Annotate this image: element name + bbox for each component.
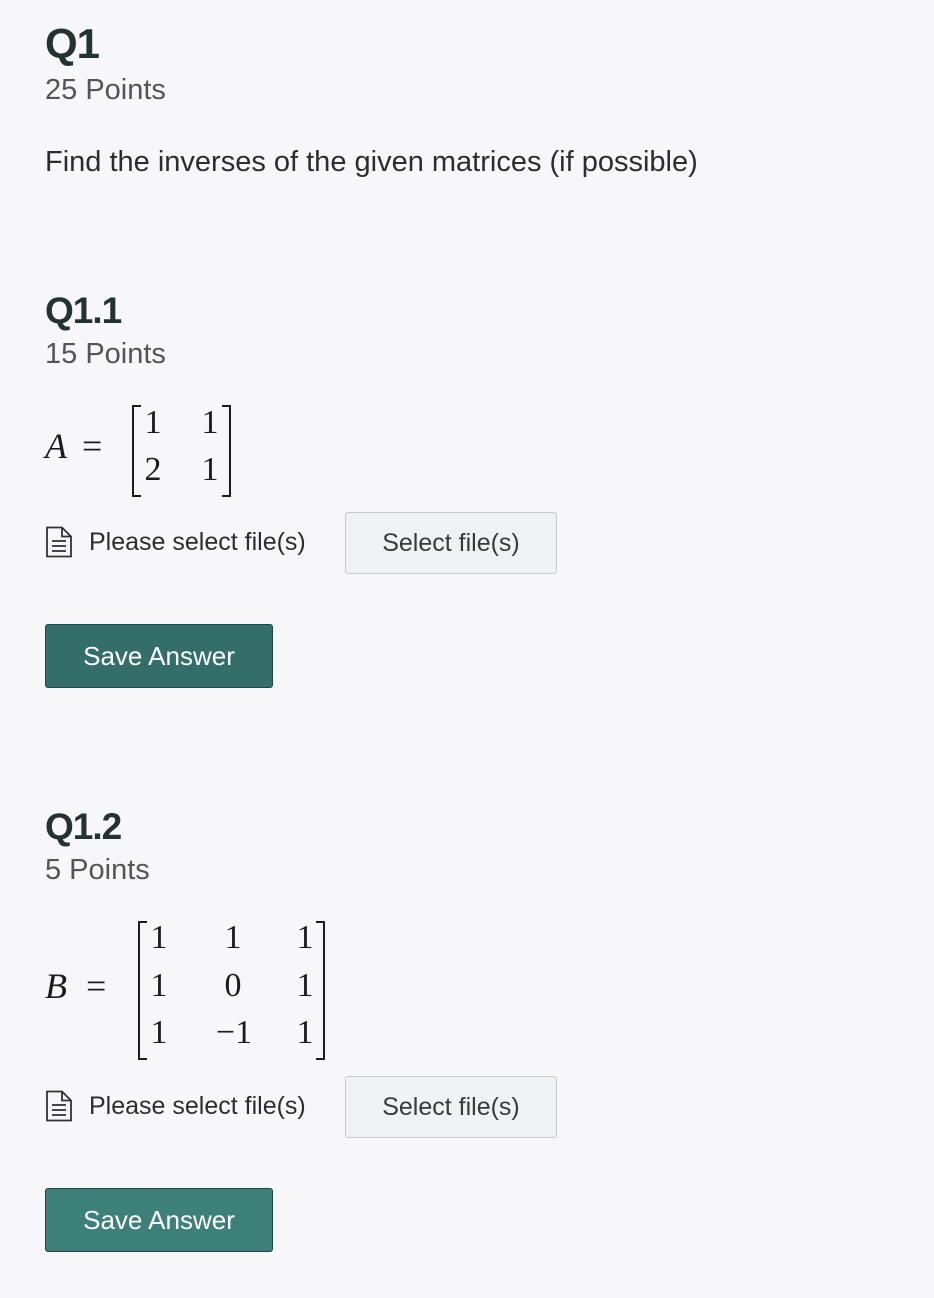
select-files-button[interactable]: Select file(s) [345, 512, 557, 574]
matrix-cell: 1 [150, 1014, 168, 1051]
equals-sign: = [86, 966, 107, 1006]
matrix-cell: −1 [215, 1014, 253, 1051]
file-status-label: Please select file(s) [89, 1092, 306, 1120]
matrix-cell: 1 [296, 1014, 314, 1051]
question-prompt: Find the inverses of the given matrices … [45, 146, 698, 178]
matrix-variable: B [45, 966, 67, 1006]
matrix-cell: 1 [296, 967, 314, 1004]
matrix-cell: 1 [201, 404, 219, 441]
save-answer-button[interactable]: Save Answer [45, 1188, 273, 1252]
subquestion-title: Q1.2 [45, 806, 122, 847]
save-answer-button[interactable]: Save Answer [45, 624, 273, 688]
subquestion-points: 5 Points [45, 854, 150, 886]
matrix-cell: 0 [224, 967, 242, 1004]
question-title: Q1 [45, 20, 100, 67]
equals-sign: = [82, 426, 103, 466]
matrix-variable: A [45, 426, 67, 466]
matrix-cell: 1 [150, 919, 168, 956]
subquestion-points: 15 Points [45, 338, 166, 370]
matrix-cell: 2 [144, 451, 162, 488]
matrix-cell: 1 [296, 919, 314, 956]
document-icon [45, 1090, 73, 1122]
select-files-button[interactable]: Select file(s) [345, 1076, 557, 1138]
subquestion-title: Q1.1 [45, 290, 122, 331]
document-icon [45, 526, 73, 558]
file-status-label: Please select file(s) [89, 528, 306, 556]
matrix-cell: 1 [224, 919, 242, 956]
matrix-cell: 1 [150, 967, 168, 1004]
matrix-cell: 1 [201, 451, 219, 488]
question-points: 25 Points [45, 74, 166, 106]
matrix-cell: 1 [144, 404, 162, 441]
